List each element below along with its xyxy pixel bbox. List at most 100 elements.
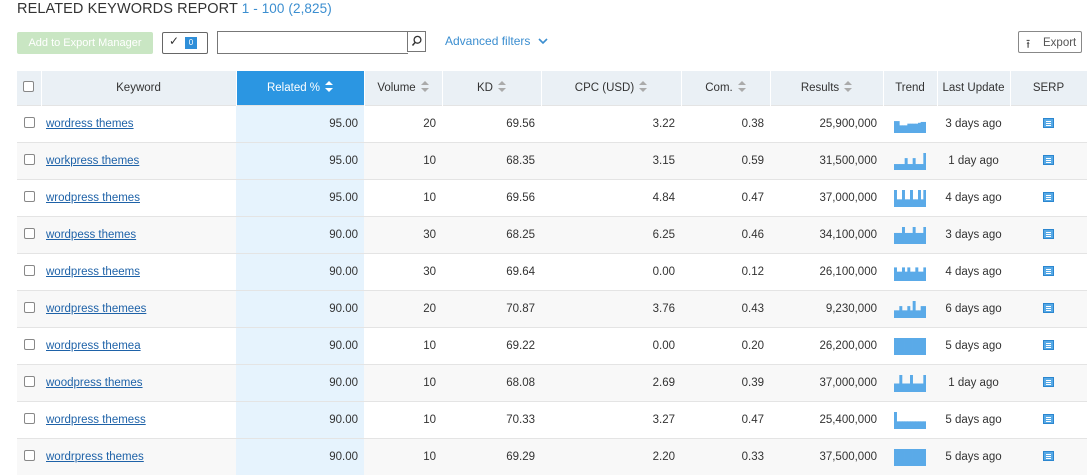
cpc-cell: 3.76 — [541, 291, 681, 328]
results-cell: 37,000,000 — [770, 180, 883, 217]
sort-icon — [738, 81, 746, 95]
select-toggle-button[interactable]: ✓ 0 — [162, 32, 208, 54]
keyword-link[interactable]: workpress themes — [41, 155, 139, 167]
keyword-link[interactable]: wordpress themea — [41, 340, 141, 352]
trend-cell — [883, 291, 937, 328]
checkmark-icon: ✓ — [169, 34, 179, 48]
related-cell: 90.00 — [236, 439, 364, 475]
com-cell: 0.38 — [681, 106, 770, 143]
trend-bar — [913, 449, 916, 466]
row-checkbox[interactable] — [24, 450, 35, 461]
trend-bar — [897, 164, 900, 170]
serp-icon[interactable] — [1043, 229, 1054, 239]
serp-icon[interactable] — [1043, 303, 1054, 313]
com-cell: 0.47 — [681, 402, 770, 439]
row-checkbox[interactable] — [24, 154, 35, 165]
keyword-link[interactable]: wordrpress themes — [41, 451, 144, 463]
col-com[interactable]: Com. — [681, 71, 770, 106]
cpc-cell: 0.00 — [541, 254, 681, 291]
trend-sparkline — [894, 153, 926, 170]
col-keyword[interactable]: Keyword — [41, 71, 236, 106]
trend-bar — [913, 338, 916, 355]
trend-sparkline — [894, 412, 926, 429]
keyword-link[interactable]: wordpress themees — [41, 303, 146, 315]
trend-bar — [910, 375, 913, 392]
row-checkbox[interactable] — [24, 376, 35, 387]
trend-bar — [899, 199, 902, 207]
row-checkbox[interactable] — [24, 228, 35, 239]
export-button[interactable]: ⭱ Export — [1018, 31, 1082, 53]
volume-cell: 30 — [364, 217, 442, 254]
serp-icon[interactable] — [1043, 118, 1054, 128]
serp-cell — [1010, 439, 1087, 475]
trend-bar — [902, 190, 905, 207]
row-checkbox[interactable] — [24, 339, 35, 350]
kd-cell: 69.22 — [442, 328, 541, 365]
keyword-cell: wrodpress themes — [41, 180, 236, 217]
trend-bar — [899, 338, 902, 355]
col-cpc[interactable]: CPC (USD) — [541, 71, 681, 106]
last-update-cell: 3 days ago — [937, 217, 1010, 254]
trend-bar — [910, 190, 913, 207]
serp-icon[interactable] — [1043, 451, 1054, 461]
table-header-row: Keyword Related % Volume KD CPC (USD) Co… — [17, 71, 1087, 106]
keyword-link[interactable]: wordpress themess — [41, 414, 146, 426]
trend-bar — [915, 449, 918, 466]
trend-cell — [883, 106, 937, 143]
trend-bar — [913, 421, 916, 429]
advanced-filters-link[interactable]: Advanced filters — [445, 34, 548, 48]
com-cell: 0.39 — [681, 365, 770, 402]
trend-bar — [905, 158, 908, 170]
row-checkbox[interactable] — [24, 117, 35, 128]
serp-icon[interactable] — [1043, 266, 1054, 276]
trend-bar — [899, 271, 902, 280]
kd-cell: 70.87 — [442, 291, 541, 328]
serp-icon[interactable] — [1043, 414, 1054, 424]
serp-cell — [1010, 217, 1087, 254]
trend-bar — [905, 449, 908, 466]
row-checkbox[interactable] — [24, 302, 35, 313]
kd-cell: 69.56 — [442, 180, 541, 217]
trend-sparkline — [894, 375, 926, 392]
serp-icon[interactable] — [1043, 340, 1054, 350]
trend-bar — [907, 383, 910, 392]
trend-bar — [905, 310, 908, 318]
keyword-link[interactable]: wrodpress themes — [41, 192, 140, 204]
trend-bar — [915, 383, 918, 392]
serp-icon[interactable] — [1043, 192, 1054, 202]
add-to-export-manager-button[interactable]: Add to Export Manager — [17, 32, 153, 54]
report-range: 1 - 100 (2,825) — [242, 1, 332, 16]
row-checkbox[interactable] — [24, 413, 35, 424]
keyword-link[interactable]: wordress themes — [41, 118, 134, 130]
keyword-cell: wordpess themes — [41, 217, 236, 254]
trend-bar — [918, 122, 921, 132]
row-checkbox[interactable] — [24, 191, 35, 202]
kd-cell: 69.29 — [442, 439, 541, 475]
trend-bar — [915, 123, 918, 132]
serp-icon[interactable] — [1043, 155, 1054, 165]
related-cell: 95.00 — [236, 143, 364, 180]
trend-bar — [907, 123, 910, 132]
serp-icon[interactable] — [1043, 377, 1054, 387]
trend-bar — [915, 232, 918, 243]
keyword-cell: woodpress themes — [41, 365, 236, 402]
row-select-cell — [17, 143, 41, 180]
trend-bar — [913, 123, 916, 132]
trend-bar — [923, 375, 926, 392]
row-checkbox[interactable] — [24, 265, 35, 276]
col-related[interactable]: Related % — [236, 71, 364, 106]
col-kd[interactable]: KD — [442, 71, 541, 106]
keyword-link[interactable]: wordpess themes — [41, 229, 136, 241]
trend-bar — [913, 301, 916, 318]
col-volume[interactable]: Volume — [364, 71, 442, 106]
trend-bar — [918, 338, 921, 355]
results-cell: 31,500,000 — [770, 143, 883, 180]
select-all-checkbox[interactable] — [23, 81, 34, 92]
com-cell: 0.12 — [681, 254, 770, 291]
keyword-link[interactable]: wordpress theems — [41, 266, 140, 278]
keyword-link[interactable]: woodpress themes — [41, 377, 143, 389]
col-results[interactable]: Results — [770, 71, 883, 106]
keyword-filter-input[interactable] — [217, 31, 408, 54]
search-button[interactable] — [407, 31, 426, 52]
trend-bar — [918, 383, 921, 392]
